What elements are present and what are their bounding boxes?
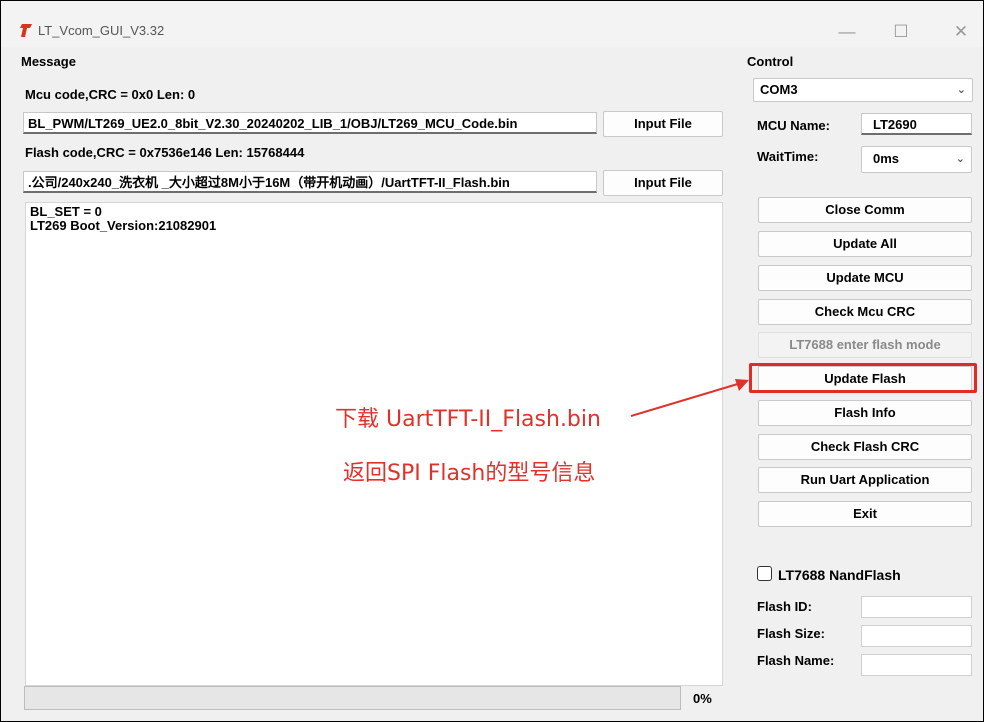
mcu-name-field[interactable]: LT2690 [861,113,972,135]
update-mcu-button[interactable]: Update MCU [758,265,972,291]
update-flash-highlight [749,363,977,393]
com-port-select[interactable]: COM3 ⌄ [753,78,973,102]
flash-id-field[interactable] [861,596,972,618]
maximize-button[interactable]: ☐ [881,17,921,47]
mcu-name-label: MCU Name: [757,118,830,133]
annotation-return-text: 返回SPI Flash的型号信息 [343,461,596,486]
nandflash-label: LT7688 NandFlash [778,567,901,583]
check-flash-crc-button[interactable]: Check Flash CRC [758,434,972,460]
com-port-value: COM3 [760,82,798,97]
flash-size-label: Flash Size: [757,626,825,641]
title-bar: LT_Vcom_GUI_V3.32 — ☐ ✕ [1,1,983,47]
mcu-code-crc-label: Mcu code,CRC = 0x0 Len: 0 [25,87,196,102]
flash-code-crc-label: Flash code,CRC = 0x7536e146 Len: 1576844… [25,145,305,160]
flash-info-button[interactable]: Flash Info [758,400,972,426]
mcu-input-file-button[interactable]: Input File [603,111,723,137]
control-heading: Control [747,54,794,69]
chevron-down-icon: ⌄ [955,153,965,165]
app-logo-icon [19,23,33,43]
window-title: LT_Vcom_GUI_V3.32 [38,23,165,38]
nandflash-checkbox[interactable] [757,566,772,581]
close-comm-button[interactable]: Close Comm [758,197,972,223]
wait-time-label: WaitTime: [757,149,819,164]
message-log[interactable]: BL_SET = 0 LT269 Boot_Version:21082901 [25,202,723,686]
minimize-button[interactable]: — [827,17,867,47]
flash-input-file-button[interactable]: Input File [603,170,723,196]
log-line: LT269 Boot_Version:21082901 [30,218,217,233]
app-window: LT_Vcom_GUI_V3.32 — ☐ ✕ Message Mcu code… [0,0,984,722]
update-all-button[interactable]: Update All [758,231,972,257]
flash-id-label: Flash ID: [757,599,812,614]
flash-name-field[interactable] [861,654,972,676]
log-line: BL_SET = 0 [30,204,102,219]
chevron-down-icon: ⌄ [956,84,966,96]
annotation-arrow-icon [630,379,749,417]
annotation-download-text: 下载 UartTFT-II_Flash.bin [335,407,601,432]
check-mcu-crc-button[interactable]: Check Mcu CRC [758,299,972,325]
progress-percent: 0% [693,691,712,706]
flash-size-field[interactable] [861,625,972,647]
exit-button[interactable]: Exit [758,501,972,527]
message-heading: Message [21,54,76,69]
flash-name-label: Flash Name: [757,653,835,668]
progress-bar [24,686,681,710]
run-uart-application-button[interactable]: Run Uart Application [758,467,972,493]
wait-time-value: 0ms [873,151,900,166]
flash-file-path-field[interactable]: .公司/240x240_洗衣机 _大小超过8M小于16M（带开机动画）/Uart… [23,171,597,193]
close-window-button[interactable]: ✕ [941,17,981,47]
lt7688-flash-mode-button[interactable]: LT7688 enter flash mode [758,332,972,358]
mcu-file-path-field[interactable]: BL_PWM/LT269_UE2.0_8bit_V2.30_20240202_L… [23,112,597,134]
wait-time-select[interactable]: 0ms ⌄ [861,146,972,173]
